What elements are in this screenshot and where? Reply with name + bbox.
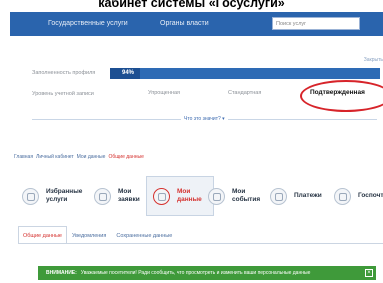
highlight-ellipse	[300, 80, 383, 112]
tab-saved-data[interactable]: Сохраненные данные	[111, 226, 177, 243]
tile-favorite-services[interactable]: Избранные услуги	[22, 176, 84, 216]
tab-notifications[interactable]: Уведомления	[67, 226, 111, 243]
tab-general-data[interactable]: Общие данные	[18, 226, 67, 243]
close-icon[interactable]: ×	[365, 269, 373, 277]
notice-text: Уважаемые посетители! Ради сообщить, что…	[80, 270, 311, 276]
calendar-icon	[208, 187, 225, 205]
tile-my-data[interactable]: Мои данные	[146, 176, 214, 216]
breadcrumb-general-data: Общие данные	[108, 154, 144, 160]
star-icon	[22, 187, 39, 205]
notice-banner: ВНИМАНИЕ: Уважаемые посетители! Ради соо…	[38, 266, 376, 280]
completeness-label: Заполненность профиля	[32, 70, 96, 76]
tile-label: Мои данные	[177, 188, 202, 203]
nav-authorities[interactable]: Органы власти	[160, 20, 209, 27]
ruble-icon	[270, 187, 287, 205]
tile-label: Платежи	[294, 192, 322, 199]
level-simplified: Упрощенная	[148, 90, 180, 96]
tile-payments[interactable]: Платежи	[270, 176, 322, 216]
breadcrumb-cabinet[interactable]: Личный кабинет	[36, 154, 74, 160]
completeness-value: 94%	[122, 70, 135, 76]
tile-label: Мои заявки	[118, 188, 140, 203]
top-navigation-bar: Государственные услуги Органы власти Пои…	[10, 12, 383, 36]
page-caption: кабинет системы «Госуслуги»	[98, 0, 285, 10]
tile-label: Мои события	[232, 188, 261, 203]
profile-status-panel: Закрыть Заполненность профиля 94% Уровен…	[18, 54, 383, 148]
search-input[interactable]: Поиск услуг	[272, 17, 360, 30]
tile-label: Избранные услуги	[46, 188, 83, 203]
account-level-label: Уровень учетной записи	[32, 91, 94, 97]
level-standard: Стандартная	[228, 90, 262, 96]
mail-icon	[334, 187, 351, 205]
tile-gospochta[interactable]: Госпочта	[334, 176, 383, 216]
data-tabs: Общие данные Уведомления Сохраненные дан…	[18, 226, 383, 244]
notice-prefix: ВНИМАНИЕ:	[46, 270, 77, 276]
document-icon	[94, 187, 111, 205]
tile-my-events[interactable]: Мои события	[208, 176, 264, 216]
breadcrumb-home[interactable]: Главная	[14, 154, 33, 160]
close-link[interactable]: Закрыть	[364, 57, 383, 63]
breadcrumb-my-data[interactable]: Мои данные	[77, 154, 106, 160]
completeness-bar	[110, 68, 380, 79]
what-does-it-mean-link[interactable]: Что это значит? ▾	[181, 116, 228, 122]
cabinet-sections: Избранные услуги Мои заявки Мои данные М…	[18, 176, 383, 216]
breadcrumb: Главная Личный кабинет Мои данные Общие …	[14, 154, 144, 160]
tile-label: Госпочта	[358, 192, 383, 199]
nav-gov-services[interactable]: Государственные услуги	[48, 20, 128, 27]
tile-my-requests[interactable]: Мои заявки	[94, 176, 146, 216]
user-icon	[153, 187, 170, 205]
